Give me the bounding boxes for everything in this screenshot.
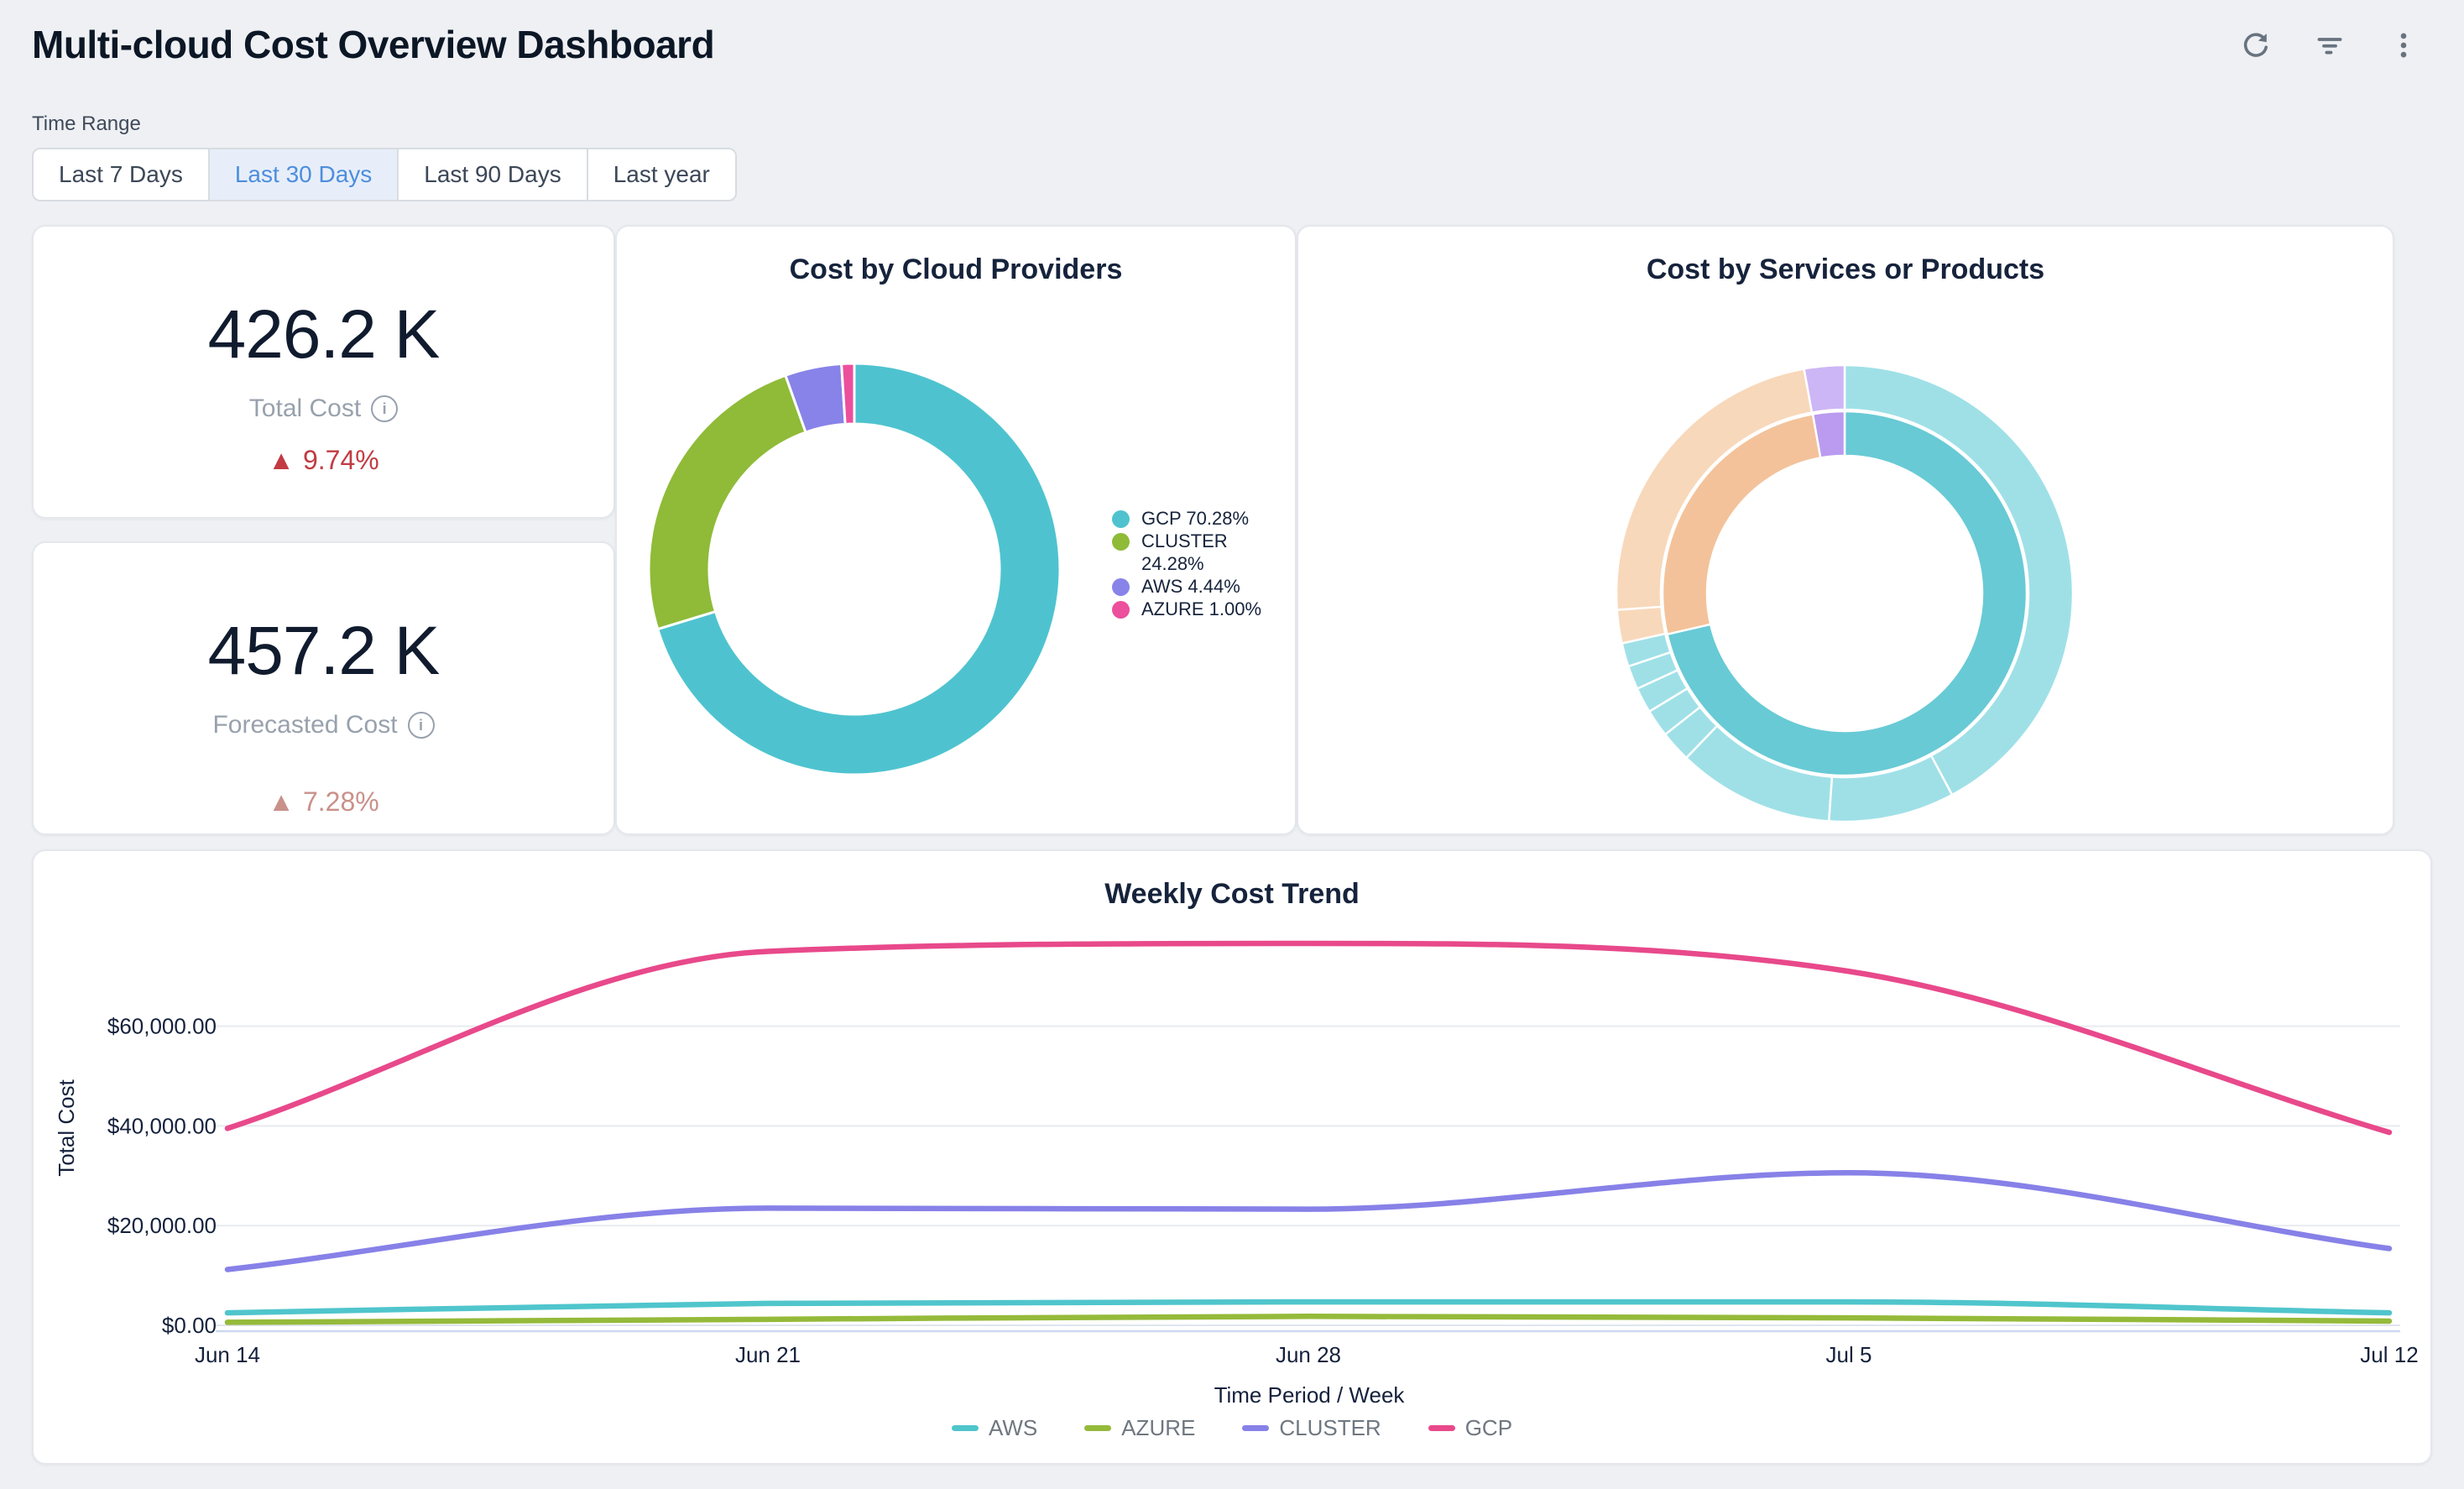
time-range-option-last-7-days[interactable]: Last 7 Days	[34, 149, 210, 200]
dashboard-page: Multi-cloud Cost Overview Dashboard	[0, 0, 2464, 1489]
filter-icon	[2313, 29, 2347, 62]
kebab-menu-icon	[2387, 29, 2420, 62]
legend-dot	[1112, 601, 1130, 619]
kpi-column: 426.2 K Total Cost i ▲ 9.74% 457.2 K For…	[32, 225, 615, 835]
info-icon[interactable]: i	[408, 712, 435, 739]
legend-dot	[1112, 510, 1130, 528]
providers-slice-CLUSTER[interactable]	[649, 375, 806, 629]
legend-label: AWS 4.44%	[1141, 575, 1276, 598]
legend-label: CLUSTER 24.28%	[1141, 530, 1276, 575]
time-range-option-last-90-days[interactable]: Last 90 Days	[399, 149, 587, 200]
refresh-icon	[2239, 29, 2273, 62]
filter-button[interactable]	[2311, 27, 2348, 64]
weekly-legend-item-aws[interactable]: AWS	[952, 1415, 1037, 1441]
y-tick-label: $60,000.00	[107, 1014, 217, 1039]
weekly-legend: AWS AZURE CLUSTER GCP	[34, 1415, 2430, 1441]
forecasted-cost-label: Forecasted Cost	[212, 711, 397, 739]
weekly-legend-item-gcp[interactable]: GCP	[1428, 1415, 1512, 1441]
cost-by-providers-card: Cost by Cloud Providers GCP 70.28%CLUSTE…	[615, 225, 1297, 835]
x-tick-label-jun-28: Jun 28	[1276, 1342, 1341, 1367]
series-line-gcp[interactable]	[227, 943, 2389, 1132]
forecasted-cost-value: 457.2 K	[208, 617, 440, 686]
delta-value: 9.74%	[303, 445, 379, 476]
legend-item-gcp[interactable]: GCP 70.28%	[1112, 507, 1276, 530]
services-outer-purple-1[interactable]	[1804, 365, 1845, 413]
x-tick-label-jul-12: Jul 12	[2360, 1342, 2418, 1367]
forecasted-cost-delta: ▲ 7.28%	[268, 786, 378, 818]
legend-label: AZURE 1.00%	[1141, 598, 1276, 620]
services-sunburst-chart[interactable]	[1298, 227, 2396, 837]
legend-swatch	[1242, 1425, 1269, 1431]
series-line-azure[interactable]	[227, 1316, 2389, 1322]
legend-swatch	[952, 1425, 979, 1431]
forecasted-cost-card: 457.2 K Forecasted Cost i ▲ 7.28%	[32, 541, 615, 835]
arrow-up-icon: ▲	[268, 445, 295, 476]
header-actions	[2237, 27, 2422, 64]
x-tick-label-jul-5: Jul 5	[1826, 1342, 1872, 1367]
legend-swatch	[1428, 1425, 1455, 1431]
y-tick-label: $0.00	[162, 1313, 217, 1338]
legend-item-azure[interactable]: AZURE 1.00%	[1112, 598, 1276, 620]
legend-label: CLUSTER	[1279, 1415, 1381, 1441]
y-tick-label: $20,000.00	[107, 1213, 217, 1238]
series-line-cluster[interactable]	[227, 1173, 2389, 1269]
refresh-button[interactable]	[2237, 27, 2274, 64]
delta-value: 7.28%	[303, 786, 379, 818]
more-options-button[interactable]	[2385, 27, 2422, 64]
weekly-legend-item-cluster[interactable]: CLUSTER	[1242, 1415, 1381, 1441]
x-axis-title: Time Period / Week	[1214, 1382, 1406, 1408]
time-range-option-last-year[interactable]: Last year	[588, 149, 735, 200]
legend-label: GCP	[1465, 1415, 1512, 1441]
top-row: 426.2 K Total Cost i ▲ 9.74% 457.2 K For…	[32, 225, 2394, 835]
weekly-trend-chart[interactable]: $0.00 $20,000.00 $40,000.00 $60,000.00 Jun 1…	[34, 851, 2434, 1466]
weekly-legend-item-azure[interactable]: AZURE	[1084, 1415, 1195, 1441]
weekly-cost-trend-card: Weekly Cost Trend $0.00$20,000.00$40,000…	[32, 849, 2432, 1465]
forecasted-cost-label-row: Forecasted Cost i	[212, 711, 434, 739]
header: Multi-cloud Cost Overview Dashboard	[0, 0, 2464, 67]
cost-by-services-card: Cost by Services or Products	[1297, 225, 2394, 835]
bottom-row: Weekly Cost Trend $0.00$20,000.00$40,000…	[32, 849, 2432, 1465]
time-range-option-last-30-days[interactable]: Last 30 Days	[210, 149, 399, 200]
legend-dot	[1112, 533, 1130, 551]
legend-label: AWS	[989, 1415, 1037, 1441]
legend-swatch	[1084, 1425, 1111, 1431]
total-cost-value: 426.2 K	[208, 300, 440, 369]
total-cost-card: 426.2 K Total Cost i ▲ 9.74%	[32, 225, 615, 519]
page-title: Multi-cloud Cost Overview Dashboard	[32, 22, 714, 67]
time-range-group: Last 7 DaysLast 30 DaysLast 90 DaysLast …	[32, 148, 737, 201]
y-tick-label: $40,000.00	[107, 1113, 217, 1138]
providers-legend: GCP 70.28%CLUSTER 24.28%AWS 4.44%AZURE 1…	[1112, 507, 1276, 620]
time-range-label: Time Range	[32, 112, 2464, 136]
legend-label: AZURE	[1121, 1415, 1195, 1441]
series-line-aws[interactable]	[227, 1302, 2389, 1313]
legend-label: GCP 70.28%	[1141, 507, 1276, 530]
total-cost-delta: ▲ 9.74%	[268, 445, 378, 476]
legend-item-cluster[interactable]: CLUSTER 24.28%	[1112, 530, 1276, 575]
arrow-up-icon: ▲	[268, 786, 295, 818]
legend-dot	[1112, 578, 1130, 596]
info-icon[interactable]: i	[371, 395, 398, 422]
x-tick-label-jun-21: Jun 21	[735, 1342, 801, 1367]
y-axis-title: Total Cost	[54, 1079, 79, 1176]
legend-item-aws[interactable]: AWS 4.44%	[1112, 575, 1276, 598]
total-cost-label: Total Cost	[249, 394, 361, 423]
x-tick-label-jun-14: Jun 14	[195, 1342, 260, 1367]
total-cost-label-row: Total Cost i	[249, 394, 398, 423]
